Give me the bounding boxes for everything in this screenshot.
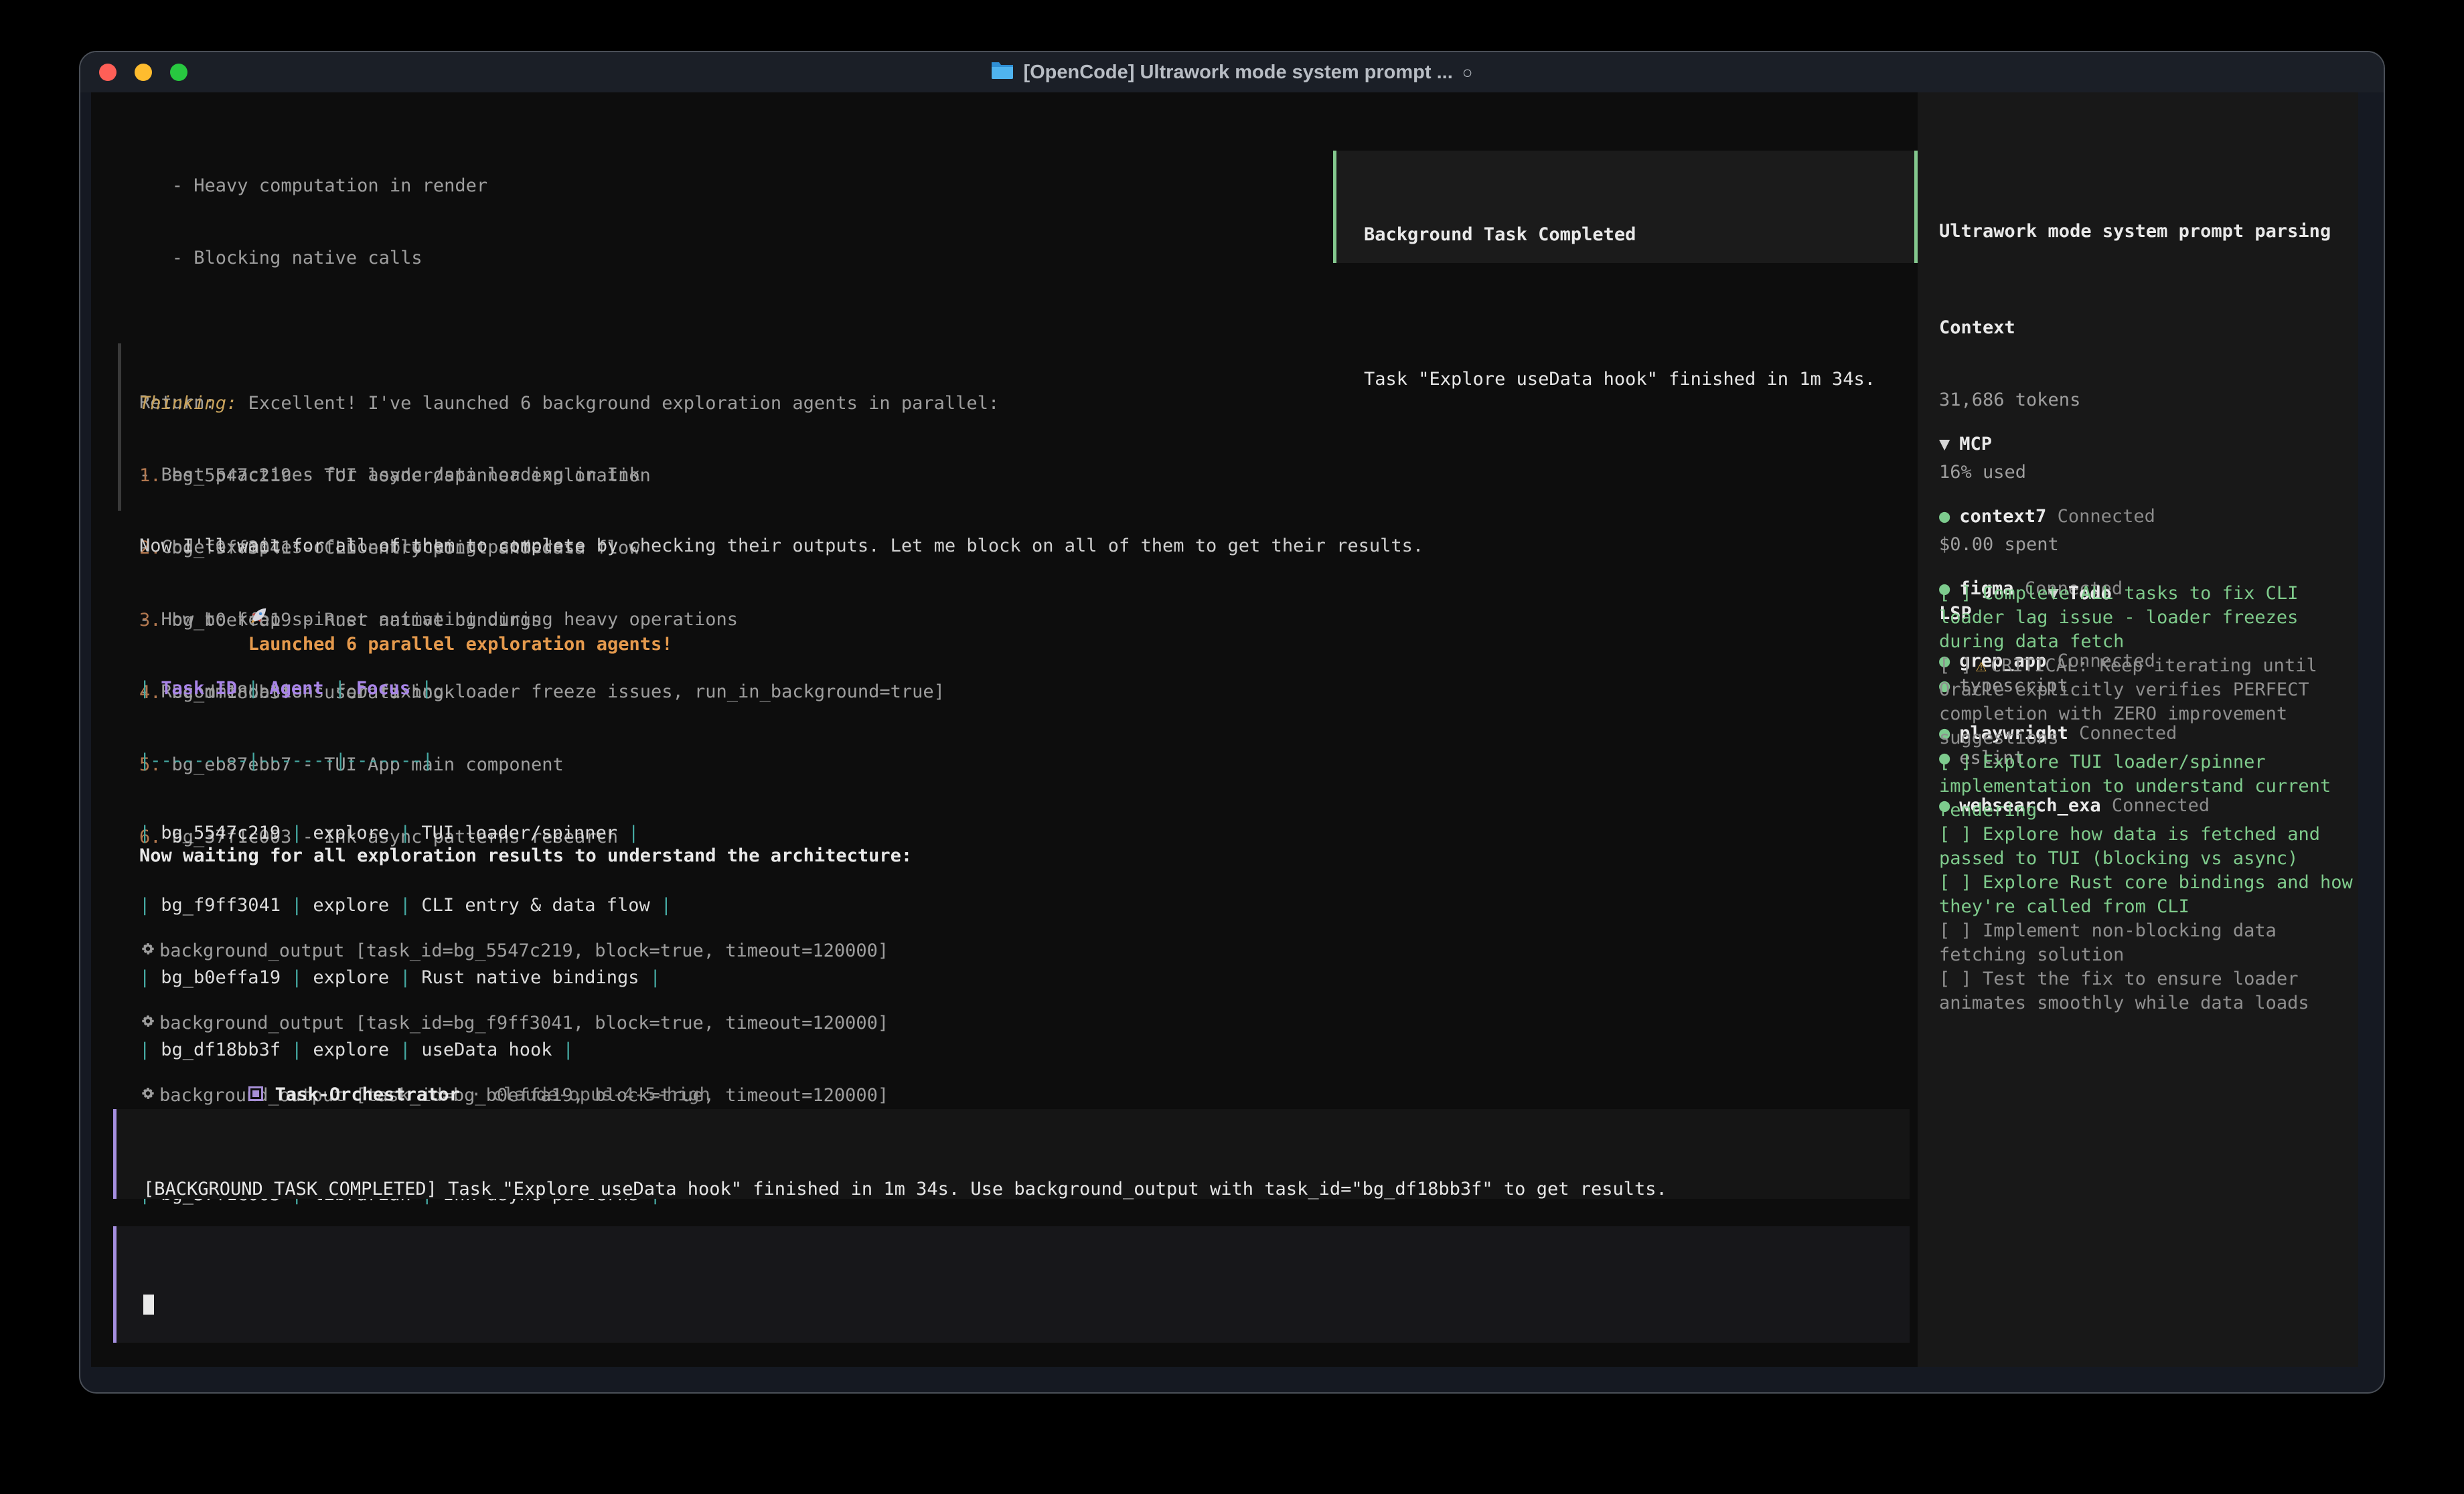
session-title: Ultrawork mode system prompt parsing (1939, 220, 2331, 244)
todo-item: [ ] Explore Rust core bindings and how t… (1939, 871, 2357, 919)
window-title: [OpenCode] Ultrawork mode system prompt … (991, 60, 1472, 84)
minimize-button[interactable] (135, 64, 152, 81)
window-right-gutter (2358, 92, 2372, 1367)
traffic-lights (99, 64, 187, 81)
app-version-footer: ●OpenCode 1.0.152 (1951, 1345, 2254, 1367)
toast-notification[interactable]: Background Task Completed Task "Explore … (1333, 151, 1918, 263)
terminal-window: [OpenCode] Ultrawork mode system prompt … (79, 51, 2385, 1394)
todo-list: [ ] Complete ALL tasks to fix CLI loader… (1939, 582, 2357, 1015)
session-sidebar: Ultrawork mode system prompt parsing Con… (1918, 92, 2358, 1367)
tool-result-line (139, 319, 945, 343)
connected-dot-icon: ● (1939, 506, 1950, 527)
agent-name: Task-Orchestrator (275, 1084, 460, 1105)
thinking-intro: Excellent! I've launched 6 background ex… (248, 393, 1000, 414)
todo-item: [ ] Implement non-blocking data fetching… (1939, 919, 2357, 967)
tool-call-line: background_output [task_id=bg_f9ff3041, … (139, 1011, 889, 1035)
waiting-text: Now waiting for all exploration results … (139, 844, 912, 868)
mcp-heading-row[interactable]: ▼ MCP (1939, 432, 2210, 456)
close-button[interactable] (99, 64, 117, 81)
warning-icon: ⚠ (1972, 655, 1991, 676)
thinking-quote-bar (118, 343, 121, 511)
folder-icon (991, 60, 1014, 84)
agent-model: claude-opus-4-5-high (493, 1084, 710, 1105)
input-cursor-line[interactable] (143, 1295, 1910, 1319)
statusbar-left: esc interrupt (139, 1345, 523, 1367)
thinking-label: Thinking: (139, 393, 237, 414)
assistant-wait-text: Now I'll wait for all of them to complet… (139, 534, 1423, 558)
window-title-text: [OpenCode] Ultrawork mode system prompt … (1023, 62, 1452, 84)
screenshot-root: [OpenCode] Ultrawork mode system prompt … (0, 0, 2464, 1494)
todo-item: [ ]⚠CRITICAL: Keep iterating until Oracl… (1939, 654, 2357, 750)
table-separator-row: |---------|-------|-------| (139, 749, 672, 773)
tool-result-line: - Heavy computation in render (139, 174, 945, 198)
modified-indicator-icon: ○ (1462, 62, 1473, 83)
table-header-row: |Task ID|Agent|Focus| (139, 677, 672, 701)
mcp-item: ●context7 Connected (1939, 505, 2210, 529)
prompt-input[interactable]: Task-Orchestrator Opus 4.5 High Anthropi… (113, 1226, 1910, 1343)
window-titlebar[interactable]: [OpenCode] Ultrawork mode system prompt … (80, 52, 2384, 92)
statusbar-right: tab switch agent ctrl+p commands (1442, 1345, 1910, 1367)
background-task-text: [BACKGROUND TASK COMPLETED] Task "Explor… (143, 1177, 1910, 1201)
gear-icon (139, 1014, 157, 1038)
notification-title: Background Task Completed (1364, 223, 1914, 247)
text-cursor (143, 1295, 154, 1315)
todo-item: [ ] Explore TUI loader/spinner implement… (1939, 750, 2357, 823)
tool-call-line: background_output [task_id=bg_5547c219, … (139, 939, 889, 963)
todo-item: [ ] Complete ALL tasks to fix CLI loader… (1939, 582, 2357, 654)
collapse-icon[interactable]: ▼ (1939, 434, 1950, 454)
table-row: |bg_5547c219|explore|TUI loader/spinner| (139, 821, 672, 845)
notification-body: Task "Explore useData hook" finished in … (1364, 367, 1914, 392)
zoom-button[interactable] (170, 64, 187, 81)
chat-transcript-pane[interactable]: - Heavy computation in render - Blocking… (91, 92, 1918, 1367)
agent-icon (248, 1086, 263, 1101)
tool-result-line: - Blocking native calls (139, 246, 945, 270)
mcp-heading: MCP (1959, 434, 1992, 454)
gear-icon (139, 942, 157, 966)
background-task-message[interactable]: [BACKGROUND TASK COMPLETED] Task "Explor… (113, 1109, 1910, 1199)
todo-item: [ ] Test the fix to ensure loader animat… (1939, 967, 2357, 1015)
context-heading: Context (1939, 316, 2080, 340)
window-content: - Heavy computation in render - Blocking… (91, 92, 2372, 1367)
thinking-item: 1.bg_5547c219 - TUI loader/spinner explo… (139, 464, 999, 488)
todo-item: [ ] Explore how data is fetched and pass… (1939, 823, 2357, 871)
